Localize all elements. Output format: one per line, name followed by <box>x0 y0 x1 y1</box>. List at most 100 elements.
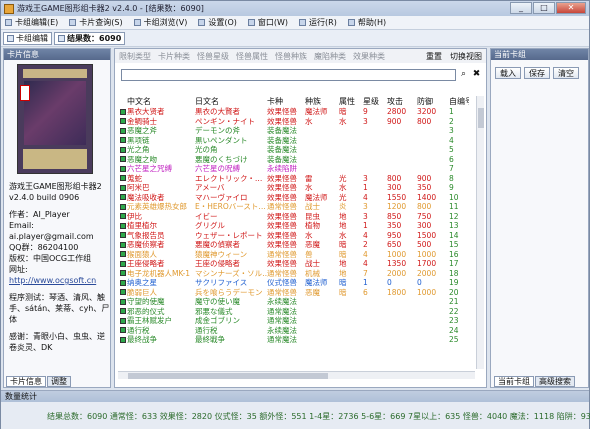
cell-level: 1 <box>363 221 368 231</box>
cell-attack: 650 <box>387 240 402 250</box>
horizontal-scroll-thumb[interactable] <box>128 373 328 379</box>
cell-number: 21 <box>449 297 459 307</box>
maximize-button[interactable]: □ <box>533 2 555 14</box>
info-version: v2.4.0 build 0906 <box>9 193 80 202</box>
cell-defense: 500 <box>417 240 432 250</box>
cell-race: 水 <box>305 116 313 126</box>
filter-monster-race[interactable]: 怪兽种族 <box>275 51 307 62</box>
col-level[interactable]: 星级 <box>363 96 387 107</box>
cell-number: 11 <box>449 202 459 212</box>
card-description-box <box>23 149 87 169</box>
header-spacer <box>118 96 127 107</box>
table-header: 中文名 日文名 卡种 种族 属性 星级 攻击 防御 自编号 <box>118 96 475 107</box>
cell-jp-name: 最終戦争 <box>195 335 225 345</box>
info-email: ai.player@gmail.com <box>9 232 94 241</box>
cell-attribute: 水 <box>339 116 347 126</box>
menu-icon <box>198 19 206 26</box>
cell-defense: 350 <box>417 183 432 193</box>
filter-spell-trap-kind[interactable]: 魔陷种类 <box>314 51 346 62</box>
tab-advanced-search[interactable]: 高级搜索 <box>535 376 575 387</box>
filter-effect-kind[interactable]: 效果种类 <box>353 51 385 62</box>
col-attribute[interactable]: 属性 <box>339 96 363 107</box>
minimize-button[interactable]: _ <box>510 2 532 14</box>
info-qq: QQ群：86204100 <box>9 243 79 252</box>
filter-actions: 重置 切换视图 <box>418 49 482 63</box>
cell-number: 24 <box>449 325 459 335</box>
menu-icon <box>133 19 141 26</box>
result-count-tab[interactable]: 结果数：6090 <box>54 31 126 45</box>
load-button[interactable]: 载入 <box>495 67 521 79</box>
card-art <box>24 81 86 145</box>
menu-window[interactable]: 窗口(W) <box>244 17 295 28</box>
col-attack[interactable]: 攻击 <box>387 96 417 107</box>
switch-view-button[interactable]: 切换视图 <box>450 51 482 62</box>
row-icon <box>120 175 126 182</box>
menu-deck-browse[interactable]: 卡组浏览(V) <box>130 17 195 28</box>
col-defense[interactable]: 防御 <box>417 96 449 107</box>
deck-edit-tab[interactable]: 卡组编辑 <box>3 31 52 45</box>
menu-label: 卡片查询(S) <box>79 18 123 27</box>
cell-level: 1 <box>363 278 368 288</box>
row-icon <box>120 194 126 201</box>
cell-attack: 900 <box>387 116 402 126</box>
cell-attack: 2800 <box>387 107 407 117</box>
cell-level: 6 <box>363 287 368 297</box>
search-input[interactable] <box>121 69 456 81</box>
cell-number: 12 <box>449 211 459 221</box>
save-button[interactable]: 保存 <box>524 67 550 79</box>
filter-monster-level[interactable]: 怪兽星级 <box>197 51 229 62</box>
vertical-scroll-thumb[interactable] <box>478 108 484 128</box>
tab-current-deck[interactable]: 当前卡组 <box>494 376 534 387</box>
cell-number: 23 <box>449 316 459 326</box>
col-cn-name[interactable]: 中文名 <box>127 96 195 107</box>
tab-adjust[interactable]: 调整 <box>47 376 71 387</box>
reset-button[interactable]: 重置 <box>426 51 442 62</box>
cell-number: 8 <box>449 173 454 183</box>
search-icon[interactable]: ⌕ <box>458 69 469 81</box>
clear-button[interactable]: 清空 <box>553 67 579 79</box>
cell-defense: 800 <box>417 202 432 212</box>
menu-label: 帮助(H) <box>357 18 387 27</box>
menu-run[interactable]: 运行(R) <box>295 17 344 28</box>
menu-icon <box>299 19 307 26</box>
menu-help[interactable]: 帮助(H) <box>344 17 393 28</box>
menu-label: 运行(R) <box>309 18 337 27</box>
cell-defense: 900 <box>417 173 432 183</box>
deck-icon <box>7 34 14 42</box>
tab-card-info[interactable]: 卡片信息 <box>6 376 46 387</box>
col-card-type[interactable]: 卡种 <box>267 96 305 107</box>
vertical-scrollbar[interactable] <box>476 96 484 369</box>
cell-defense: 750 <box>417 211 432 221</box>
menu-settings[interactable]: 设置(O) <box>194 17 244 28</box>
filter-card-kind[interactable]: 卡片种类 <box>158 51 190 62</box>
app-info: 游戏王GAME图形组卡器2 v2.4.0 build 0906 作者：AI_Pla… <box>9 181 111 359</box>
table-row[interactable]: 最终战争 最終戦争 通常魔法 25 <box>118 335 475 345</box>
horizontal-scrollbar[interactable] <box>118 371 475 379</box>
close-button[interactable]: ✕ <box>556 2 586 14</box>
cell-level: 4 <box>363 230 368 240</box>
cell-attack: 1800 <box>387 287 407 297</box>
cell-defense: 300 <box>417 221 432 231</box>
col-race[interactable]: 种族 <box>305 96 339 107</box>
col-number[interactable]: 自编号 <box>449 96 469 107</box>
row-icon <box>120 279 126 286</box>
cell-level: 7 <box>363 268 368 278</box>
cell-number: 1 <box>449 107 454 117</box>
row-icon <box>120 213 126 220</box>
filter-limit-type[interactable]: 限制类型 <box>119 51 151 62</box>
filter-monster-attribute[interactable]: 怪兽属性 <box>236 51 268 62</box>
cell-defense: 1700 <box>417 259 437 269</box>
row-icon <box>120 260 126 267</box>
row-icon <box>120 146 126 153</box>
menu-deck-edit[interactable]: 卡组编辑(E) <box>1 17 65 28</box>
col-jp-name[interactable]: 日文名 <box>195 96 267 107</box>
row-icon <box>120 298 126 305</box>
menu-card-search[interactable]: 卡片查询(S) <box>65 17 129 28</box>
cell-number: 20 <box>449 287 459 297</box>
left-panel-tabs: 卡片信息 调整 <box>6 376 72 387</box>
cell-number: 4 <box>449 135 454 145</box>
menu-icon <box>347 19 355 26</box>
cell-race: 恶魔 <box>305 287 320 297</box>
clear-icon[interactable]: ✖ <box>471 69 482 81</box>
cell-defense: 3200 <box>417 107 437 117</box>
